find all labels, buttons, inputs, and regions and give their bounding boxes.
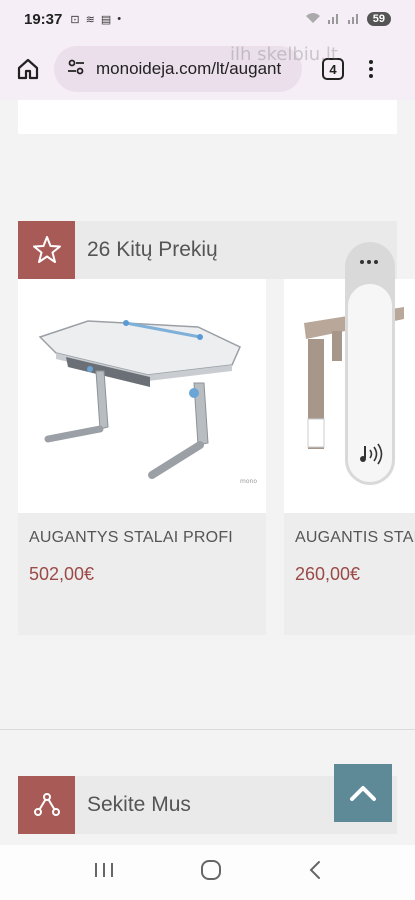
chevron-up-icon: [350, 786, 376, 801]
content-card: [18, 100, 397, 134]
browser-menu-button[interactable]: [368, 60, 374, 78]
signal-icon-2: [347, 12, 361, 27]
status-time: 19:37: [24, 10, 63, 28]
product-image[interactable]: mono: [18, 279, 266, 513]
wifi-icon: [305, 12, 321, 27]
section-title: 26 Kitų Prekių: [87, 238, 218, 261]
back-icon: [309, 861, 320, 879]
home-button[interactable]: [10, 51, 46, 87]
status-bar: 19:37 ⊡ ≋ ▤ • 59: [0, 0, 415, 38]
menu-dot: [374, 260, 378, 264]
menu-dot: [369, 74, 373, 78]
notification-icons: ⊡ ≋ ▤ •: [70, 13, 121, 26]
menu-dot: [369, 60, 373, 64]
screenshot-icon: ⊡: [70, 13, 80, 26]
product-price: 260,00€: [295, 564, 361, 584]
read-aloud-icon[interactable]: [358, 443, 384, 470]
menu-dot: [369, 67, 373, 71]
desk-image: mono: [38, 320, 257, 485]
product-name[interactable]: AUGANTYS STALAI PROFI: [29, 529, 233, 547]
other-products-header: 26 Kitų Prekių: [18, 221, 397, 279]
floating-panel-body[interactable]: [348, 284, 392, 482]
divider: [0, 729, 415, 730]
watermark: ilh skelbiu.lt: [230, 44, 338, 65]
home-nav-button[interactable]: [200, 859, 222, 886]
floating-panel[interactable]: [345, 242, 395, 485]
wallet-icon: ≋: [85, 13, 95, 26]
dot-icon: •: [117, 13, 122, 25]
menu-dot: [360, 260, 364, 264]
section-title: Sekite Mus: [87, 793, 191, 816]
scroll-to-top-button[interactable]: [334, 764, 392, 822]
home-circle-icon: [200, 860, 221, 880]
site-settings-icon[interactable]: [66, 57, 88, 82]
browser-toolbar: monoideja.com/lt/augant ilh skelbiu.lt 4: [0, 38, 415, 100]
star-icon: [18, 221, 75, 279]
recent-apps-icon: [94, 863, 113, 877]
system-navigation-bar: [0, 845, 415, 900]
more-options-icon[interactable]: [360, 260, 378, 264]
calendar-icon: ▤: [100, 13, 112, 26]
recent-apps-button[interactable]: [93, 861, 115, 884]
svg-text:mono: mono: [240, 478, 257, 485]
battery-icon: 59: [366, 12, 391, 26]
product-name[interactable]: AUGANTIS STALAS: [295, 529, 415, 547]
back-button[interactable]: [307, 860, 323, 885]
product-card[interactable]: mono AUGANTYS STALAI PROFI 502,00€: [18, 279, 266, 635]
product-price: 502,00€: [29, 564, 95, 584]
signal-icon: [327, 12, 341, 27]
status-right: 59: [305, 12, 391, 27]
menu-dot: [367, 260, 371, 264]
share-icon: [18, 776, 75, 834]
home-icon: [17, 58, 39, 80]
